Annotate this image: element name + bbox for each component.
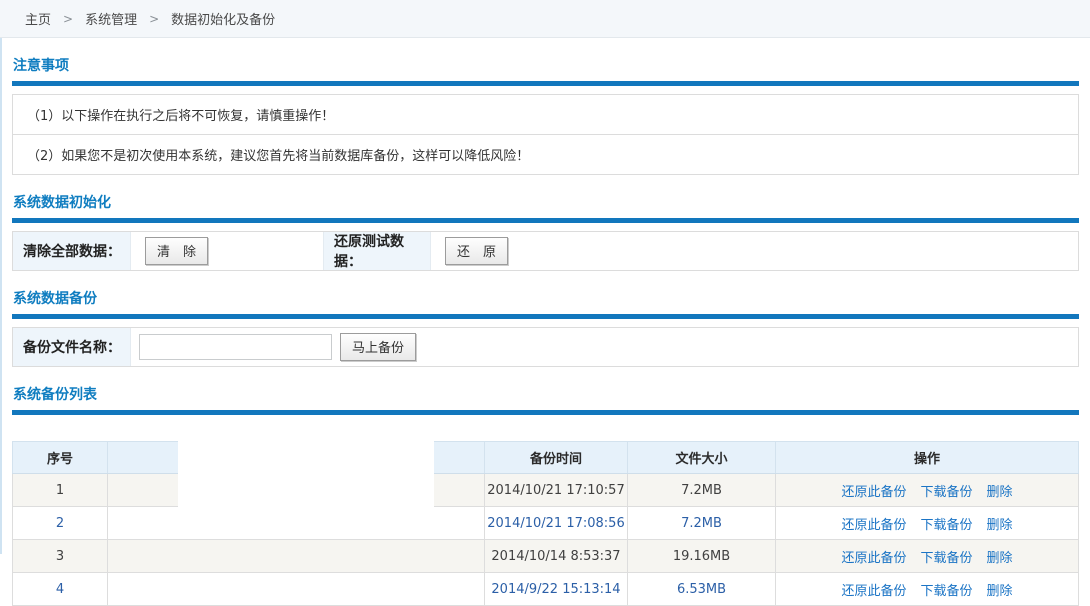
- backup-now-button[interactable]: 马上备份: [340, 333, 416, 361]
- section-rule-backup-list: [12, 410, 1079, 415]
- clear-all-data-label: 清除全部数据：: [13, 232, 131, 270]
- row-file-size: 7.2MB: [628, 474, 776, 507]
- init-actions-row: 清除全部数据： 清 除 还原测试数据： 还 原: [12, 231, 1079, 271]
- row-actions: 还原此备份下载备份删除: [776, 540, 1079, 573]
- table-row: 3 2014/10/14 8:53:37 19.16MB 还原此备份下载备份删除: [13, 540, 1079, 573]
- section-title-backup: 系统数据备份: [12, 271, 1079, 314]
- backup-list-table: 序号 备份文件名 备份时间 文件大小 操作 1 2014/10/21 17:10…: [12, 441, 1079, 606]
- row-filename: [108, 540, 485, 573]
- download-backup-link[interactable]: 下载备份: [920, 551, 972, 566]
- table-row: 4 2014/9/22 15:13:14 6.53MB 还原此备份下载备份删除: [13, 573, 1079, 606]
- row-actions: 还原此备份下载备份删除: [776, 507, 1079, 540]
- backup-form-row: 备份文件名称： 马上备份: [12, 327, 1079, 367]
- delete-backup-link[interactable]: 删除: [987, 584, 1013, 599]
- restore-backup-link[interactable]: 还原此备份: [841, 518, 906, 533]
- section-rule-notice: [12, 81, 1079, 86]
- table-row: 2 2014/10/21 17:08:56 7.2MB 还原此备份下载备份删除: [13, 507, 1079, 540]
- clear-button-cell: 清 除: [131, 232, 323, 270]
- notice-item: （1）以下操作在执行之后将不可恢复，请慎重操作！: [12, 94, 1079, 135]
- section-title-backup-list: 系统备份列表: [12, 367, 1079, 410]
- row-index: 2: [13, 507, 108, 540]
- table-row: 1 2014/10/21 17:10:57 7.2MB 还原此备份下载备份删除: [13, 474, 1079, 507]
- download-backup-link[interactable]: 下载备份: [920, 584, 972, 599]
- column-header-actions: 操作: [776, 442, 1079, 474]
- delete-backup-link[interactable]: 删除: [987, 551, 1013, 566]
- notice-item: （2）如果您不是初次使用本系统，建议您首先将当前数据库备份，这样可以降低风险！: [12, 135, 1079, 175]
- row-actions: 还原此备份下载备份删除: [776, 474, 1079, 507]
- delete-backup-link[interactable]: 删除: [987, 485, 1013, 500]
- table-header-row: 序号 备份文件名 备份时间 文件大小 操作: [13, 442, 1079, 474]
- restore-backup-link[interactable]: 还原此备份: [841, 551, 906, 566]
- backup-input-cell: 马上备份: [131, 328, 1078, 366]
- column-header-index: 序号: [13, 442, 108, 474]
- restore-backup-link[interactable]: 还原此备份: [841, 584, 906, 599]
- backup-filename-label: 备份文件名称：: [13, 328, 131, 366]
- column-header-time: 备份时间: [485, 442, 628, 474]
- main-content: 注意事项 （1）以下操作在执行之后将不可恢复，请慎重操作！ （2）如果您不是初次…: [0, 38, 1090, 554]
- row-file-size: 19.16MB: [628, 540, 776, 573]
- row-backup-time: 2014/9/22 15:13:14: [485, 573, 628, 606]
- row-index: 3: [13, 540, 108, 573]
- download-backup-link[interactable]: 下载备份: [920, 485, 972, 500]
- row-file-size: 6.53MB: [628, 573, 776, 606]
- clear-button[interactable]: 清 除: [145, 237, 208, 265]
- restore-button[interactable]: 还 原: [445, 237, 508, 265]
- delete-backup-link[interactable]: 删除: [987, 518, 1013, 533]
- section-title-init: 系统数据初始化: [12, 175, 1079, 218]
- row-backup-time: 2014/10/21 17:08:56: [485, 507, 628, 540]
- row-index: 4: [13, 573, 108, 606]
- breadcrumb-separator-icon: >: [63, 12, 73, 26]
- breadcrumb-home-link[interactable]: 主页: [25, 9, 51, 28]
- row-file-size: 7.2MB: [628, 507, 776, 540]
- row-filename: [108, 573, 485, 606]
- download-backup-link[interactable]: 下载备份: [920, 518, 972, 533]
- row-backup-time: 2014/10/21 17:10:57: [485, 474, 628, 507]
- breadcrumb-current-page: 数据初始化及备份: [171, 9, 275, 28]
- row-backup-time: 2014/10/14 8:53:37: [485, 540, 628, 573]
- breadcrumb-system-management-link[interactable]: 系统管理: [85, 9, 137, 28]
- row-actions: 还原此备份下载备份删除: [776, 573, 1079, 606]
- restore-backup-link[interactable]: 还原此备份: [841, 485, 906, 500]
- restore-button-cell: 还 原: [431, 232, 1078, 270]
- section-title-notice: 注意事项: [12, 38, 1079, 81]
- notice-list: （1）以下操作在执行之后将不可恢复，请慎重操作！ （2）如果您不是初次使用本系统…: [12, 94, 1079, 175]
- backup-filename-input[interactable]: [139, 334, 332, 360]
- section-rule-init: [12, 218, 1079, 223]
- breadcrumb: 主页 > 系统管理 > 数据初始化及备份: [0, 0, 1090, 38]
- row-index: 1: [13, 474, 108, 507]
- column-header-size: 文件大小: [628, 442, 776, 474]
- breadcrumb-separator-icon: >: [149, 12, 159, 26]
- restore-test-data-label: 还原测试数据：: [323, 232, 431, 270]
- redaction-overlay: [178, 424, 434, 521]
- section-rule-backup: [12, 314, 1079, 319]
